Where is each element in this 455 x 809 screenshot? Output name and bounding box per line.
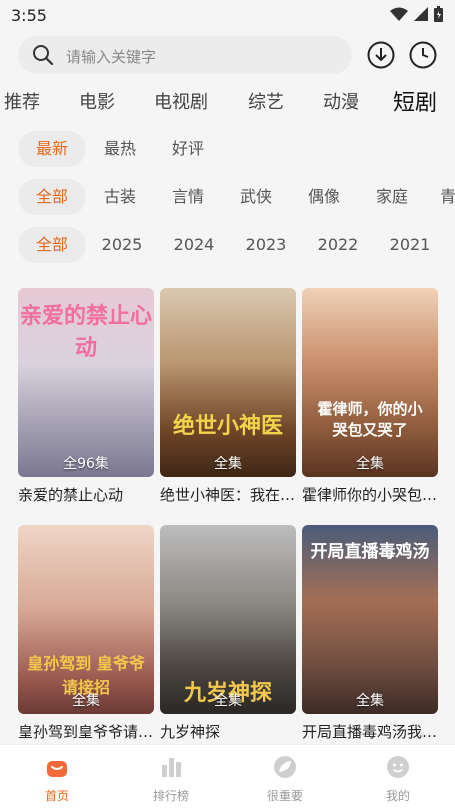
year-2021[interactable]: 2021 [378,227,442,263]
status-icons [390,6,443,22]
nav-important[interactable]: 很重要 [245,755,325,804]
wifi-icon [390,7,408,21]
genre-youth[interactable]: 青 [428,179,455,215]
tab-short-drama[interactable]: 短剧 [393,85,437,117]
search-icon [33,45,54,66]
year-2023[interactable]: 2023 [234,227,298,263]
drama-card[interactable]: 皇孙驾到 皇爷爷请接招 全集 皇孙驾到皇爷爷请接招 [18,525,158,742]
genre-costume[interactable]: 古装 [88,179,152,215]
episode-badge: 全集 [356,456,384,472]
nav-home[interactable]: 首页 [17,755,97,804]
poster-title-art: 霍律师，你的小哭包又哭了 [317,400,423,439]
year-2024[interactable]: 2024 [162,227,226,263]
genre-all[interactable]: 全部 [18,179,86,215]
tab-anime[interactable]: 动漫 [323,88,359,114]
poster-image[interactable]: 开局直播毒鸡汤 全集 [302,525,438,714]
category-tabs: 推荐 电影 电视剧 综艺 动漫 短剧 [0,84,455,120]
year-2025[interactable]: 2025 [90,227,154,263]
episode-badge: 全集 [214,456,242,472]
drama-title[interactable]: 皇孙驾到皇爷爷请接招 [18,721,158,742]
genre-idol[interactable]: 偶像 [292,179,356,215]
chart-icon [162,758,181,777]
search-placeholder: 请输入关键字 [66,48,157,66]
status-bar: 3:55 [0,0,455,32]
nav-profile[interactable]: 我的 [358,755,438,804]
filter-top-rated[interactable]: 好评 [156,131,220,167]
status-time: 3:55 [11,6,47,25]
drama-title[interactable]: 亲爱的禁止心动 [18,484,158,505]
genre-filter-row: 全部 古装 言情 武侠 偶像 家庭 青 [0,179,455,219]
poster-image[interactable]: 皇孙驾到 皇爷爷请接招 全集 [18,525,154,714]
drama-card[interactable]: 亲爱的禁止心动 全96集 亲爱的禁止心动 [18,288,154,505]
search-input[interactable]: 请输入关键字 [18,36,352,74]
filter-newest[interactable]: 最新 [18,131,86,167]
poster-title-art: 绝世小神医 [172,414,283,439]
filter-hottest[interactable]: 最热 [88,131,152,167]
drama-card[interactable]: 绝世小神医 全集 绝世小神医：我在山村觉醒神术 [160,288,300,505]
history-icon[interactable] [408,40,438,70]
nav-ranking[interactable]: 排行榜 [131,755,211,804]
leaf-icon [274,756,296,778]
episode-badge: 全96集 [63,456,109,472]
poster-title-art: 亲爱的禁止心动 [19,304,152,361]
year-filter-row: 全部 2025 2024 2023 2022 2021 [0,227,455,267]
tab-variety[interactable]: 综艺 [248,88,284,114]
home-icon [47,761,67,777]
genre-wuxia[interactable]: 武侠 [224,179,288,215]
download-icon[interactable] [366,40,396,70]
nav-label: 很重要 [266,789,303,803]
search-row: 请输入关键字 [0,36,455,76]
genre-romance[interactable]: 言情 [156,179,220,215]
poster-image[interactable]: 绝世小神医 全集 [160,288,296,477]
battery-icon [434,6,443,22]
year-2022[interactable]: 2022 [306,227,370,263]
drama-card[interactable]: 开局直播毒鸡汤 全集 开局直播毒鸡汤我成了顶流 [302,525,442,742]
poster-title-art: 开局直播毒鸡汤 [310,542,430,562]
signal-icon [414,7,428,21]
nav-label: 首页 [44,789,69,803]
drama-card[interactable]: 霍律师，你的小哭包又哭了 全集 霍律师你的小哭包又哭了 [302,288,442,505]
drama-title[interactable]: 绝世小神医：我在山村觉醒神术 [160,484,300,505]
episode-badge: 全集 [214,693,242,709]
drama-title[interactable]: 九岁神探 [160,721,300,742]
profile-icon [387,756,409,778]
nav-label: 排行榜 [152,789,189,803]
tab-recommend[interactable]: 推荐 [4,88,40,114]
drama-card[interactable]: 九岁神探 全集 九岁神探 [160,525,296,742]
year-all[interactable]: 全部 [18,227,86,263]
tab-tv[interactable]: 电视剧 [154,88,208,114]
drama-title[interactable]: 霍律师你的小哭包又哭了 [302,484,442,505]
poster-image[interactable]: 九岁神探 全集 [160,525,296,714]
tab-movie[interactable]: 电影 [79,88,115,114]
poster-image[interactable]: 亲爱的禁止心动 全96集 [18,288,154,477]
bottom-nav: 首页 排行榜 很重要 我的 [0,744,455,809]
sort-filter-row: 最新 最热 好评 [0,131,455,171]
episode-badge: 全集 [356,693,384,709]
episode-badge: 全集 [72,693,100,709]
drama-title[interactable]: 开局直播毒鸡汤我成了顶流 [302,721,442,742]
nav-label: 我的 [385,789,410,803]
poster-image[interactable]: 霍律师，你的小哭包又哭了 全集 [302,288,438,477]
genre-family[interactable]: 家庭 [360,179,424,215]
